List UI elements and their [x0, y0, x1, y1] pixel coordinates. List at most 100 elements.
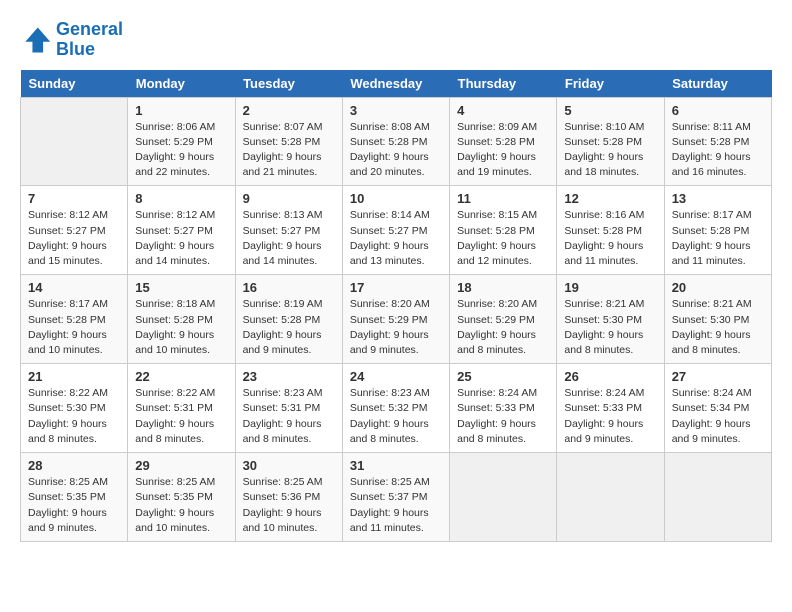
- calendar-body: 1 Sunrise: 8:06 AMSunset: 5:29 PMDaylight…: [21, 97, 772, 541]
- day-number: 18: [457, 280, 549, 295]
- calendar-cell: [450, 453, 557, 542]
- day-number: 12: [564, 191, 656, 206]
- day-number: 22: [135, 369, 227, 384]
- day-number: 20: [672, 280, 764, 295]
- calendar-cell: 22 Sunrise: 8:22 AMSunset: 5:31 PMDayligh…: [128, 364, 235, 453]
- day-number: 27: [672, 369, 764, 384]
- day-info: Sunrise: 8:21 AMSunset: 5:30 PMDaylight:…: [672, 297, 764, 358]
- day-info: Sunrise: 8:18 AMSunset: 5:28 PMDaylight:…: [135, 297, 227, 358]
- calendar-cell: 6 Sunrise: 8:11 AMSunset: 5:28 PMDaylight…: [664, 97, 771, 186]
- calendar-cell: 15 Sunrise: 8:18 AMSunset: 5:28 PMDayligh…: [128, 275, 235, 364]
- day-info: Sunrise: 8:12 AMSunset: 5:27 PMDaylight:…: [28, 208, 120, 269]
- day-number: 31: [350, 458, 442, 473]
- calendar-cell: 5 Sunrise: 8:10 AMSunset: 5:28 PMDaylight…: [557, 97, 664, 186]
- logo: GeneralBlue: [20, 20, 123, 60]
- calendar-cell: 14Sunrise: 8:17 AMSunset: 5:28 PMDayligh…: [21, 275, 128, 364]
- day-number: 21: [28, 369, 120, 384]
- calendar-cell: 4 Sunrise: 8:09 AMSunset: 5:28 PMDaylight…: [450, 97, 557, 186]
- day-info: Sunrise: 8:24 AMSunset: 5:33 PMDaylight:…: [457, 386, 549, 447]
- day-number: 7: [28, 191, 120, 206]
- day-info: Sunrise: 8:23 AMSunset: 5:31 PMDaylight:…: [243, 386, 335, 447]
- calendar-header-tuesday: Tuesday: [235, 70, 342, 98]
- day-number: 28: [28, 458, 120, 473]
- calendar-cell: 26 Sunrise: 8:24 AMSunset: 5:33 PMDayligh…: [557, 364, 664, 453]
- day-number: 8: [135, 191, 227, 206]
- day-number: 2: [243, 103, 335, 118]
- calendar-header-wednesday: Wednesday: [342, 70, 449, 98]
- calendar-cell: 3 Sunrise: 8:08 AMSunset: 5:28 PMDaylight…: [342, 97, 449, 186]
- day-info: Sunrise: 8:23 AMSunset: 5:32 PMDaylight:…: [350, 386, 442, 447]
- calendar-cell: 20 Sunrise: 8:21 AMSunset: 5:30 PMDayligh…: [664, 275, 771, 364]
- day-info: Sunrise: 8:22 AMSunset: 5:31 PMDaylight:…: [135, 386, 227, 447]
- day-info: Sunrise: 8:12 AMSunset: 5:27 PMDaylight:…: [135, 208, 227, 269]
- calendar-cell: 25 Sunrise: 8:24 AMSunset: 5:33 PMDayligh…: [450, 364, 557, 453]
- calendar-header-friday: Friday: [557, 70, 664, 98]
- day-info: Sunrise: 8:25 AMSunset: 5:36 PMDaylight:…: [243, 475, 335, 536]
- day-info: Sunrise: 8:24 AMSunset: 5:33 PMDaylight:…: [564, 386, 656, 447]
- calendar-week-5: 28 Sunrise: 8:25 AMSunset: 5:35 PMDayligh…: [21, 453, 772, 542]
- calendar-cell: 17 Sunrise: 8:20 AMSunset: 5:29 PMDayligh…: [342, 275, 449, 364]
- day-info: Sunrise: 8:25 AMSunset: 5:37 PMDaylight:…: [350, 475, 442, 536]
- day-info: Sunrise: 8:22 AMSunset: 5:30 PMDaylight:…: [28, 386, 120, 447]
- day-info: Sunrise: 8:06 AMSunset: 5:29 PMDaylight:…: [135, 120, 227, 181]
- day-info: Sunrise: 8:20 AMSunset: 5:29 PMDaylight:…: [350, 297, 442, 358]
- calendar-cell: 10 Sunrise: 8:14 AMSunset: 5:27 PMDayligh…: [342, 186, 449, 275]
- day-number: 29: [135, 458, 227, 473]
- day-number: 19: [564, 280, 656, 295]
- day-number: 26: [564, 369, 656, 384]
- calendar-header-saturday: Saturday: [664, 70, 771, 98]
- day-number: 25: [457, 369, 549, 384]
- calendar-cell: 8 Sunrise: 8:12 AMSunset: 5:27 PMDaylight…: [128, 186, 235, 275]
- day-info: Sunrise: 8:21 AMSunset: 5:30 PMDaylight:…: [564, 297, 656, 358]
- calendar-cell: 27Sunrise: 8:24 AMSunset: 5:34 PMDayligh…: [664, 364, 771, 453]
- day-number: 3: [350, 103, 442, 118]
- calendar-cell: 30 Sunrise: 8:25 AMSunset: 5:36 PMDayligh…: [235, 453, 342, 542]
- calendar-cell: 31 Sunrise: 8:25 AMSunset: 5:37 PMDayligh…: [342, 453, 449, 542]
- day-info: Sunrise: 8:20 AMSunset: 5:29 PMDaylight:…: [457, 297, 549, 358]
- calendar-cell: 9 Sunrise: 8:13 AMSunset: 5:27 PMDaylight…: [235, 186, 342, 275]
- day-number: 10: [350, 191, 442, 206]
- calendar-week-3: 14Sunrise: 8:17 AMSunset: 5:28 PMDayligh…: [21, 275, 772, 364]
- day-number: 23: [243, 369, 335, 384]
- calendar-header-row: SundayMondayTuesdayWednesdayThursdayFrid…: [21, 70, 772, 98]
- calendar-cell: 16Sunrise: 8:19 AMSunset: 5:28 PMDayligh…: [235, 275, 342, 364]
- day-info: Sunrise: 8:17 AMSunset: 5:28 PMDaylight:…: [672, 208, 764, 269]
- calendar-cell: 13 Sunrise: 8:17 AMSunset: 5:28 PMDayligh…: [664, 186, 771, 275]
- calendar-cell: 18 Sunrise: 8:20 AMSunset: 5:29 PMDayligh…: [450, 275, 557, 364]
- calendar-cell: [664, 453, 771, 542]
- day-number: 9: [243, 191, 335, 206]
- day-number: 13: [672, 191, 764, 206]
- day-number: 5: [564, 103, 656, 118]
- day-info: Sunrise: 8:11 AMSunset: 5:28 PMDaylight:…: [672, 120, 764, 181]
- calendar-table: SundayMondayTuesdayWednesdayThursdayFrid…: [20, 70, 772, 542]
- calendar-week-4: 21 Sunrise: 8:22 AMSunset: 5:30 PMDayligh…: [21, 364, 772, 453]
- day-number: 1: [135, 103, 227, 118]
- calendar-cell: 28Sunrise: 8:25 AMSunset: 5:35 PMDayligh…: [21, 453, 128, 542]
- calendar-cell: 21 Sunrise: 8:22 AMSunset: 5:30 PMDayligh…: [21, 364, 128, 453]
- calendar-header-thursday: Thursday: [450, 70, 557, 98]
- day-number: 4: [457, 103, 549, 118]
- day-info: Sunrise: 8:25 AMSunset: 5:35 PMDaylight:…: [135, 475, 227, 536]
- logo-icon: [20, 24, 52, 56]
- day-number: 30: [243, 458, 335, 473]
- day-info: Sunrise: 8:08 AMSunset: 5:28 PMDaylight:…: [350, 120, 442, 181]
- calendar-week-1: 1 Sunrise: 8:06 AMSunset: 5:29 PMDaylight…: [21, 97, 772, 186]
- day-number: 24: [350, 369, 442, 384]
- day-info: Sunrise: 8:16 AMSunset: 5:28 PMDaylight:…: [564, 208, 656, 269]
- calendar-cell: 24 Sunrise: 8:23 AMSunset: 5:32 PMDayligh…: [342, 364, 449, 453]
- day-info: Sunrise: 8:10 AMSunset: 5:28 PMDaylight:…: [564, 120, 656, 181]
- day-number: 6: [672, 103, 764, 118]
- day-info: Sunrise: 8:17 AMSunset: 5:28 PMDaylight:…: [28, 297, 120, 358]
- day-info: Sunrise: 8:13 AMSunset: 5:27 PMDaylight:…: [243, 208, 335, 269]
- calendar-header-sunday: Sunday: [21, 70, 128, 98]
- calendar-cell: 1 Sunrise: 8:06 AMSunset: 5:29 PMDaylight…: [128, 97, 235, 186]
- day-info: Sunrise: 8:14 AMSunset: 5:27 PMDaylight:…: [350, 208, 442, 269]
- day-number: 15: [135, 280, 227, 295]
- day-number: 11: [457, 191, 549, 206]
- calendar-cell: [557, 453, 664, 542]
- calendar-cell: 12 Sunrise: 8:16 AMSunset: 5:28 PMDayligh…: [557, 186, 664, 275]
- calendar-week-2: 7 Sunrise: 8:12 AMSunset: 5:27 PMDaylight…: [21, 186, 772, 275]
- day-info: Sunrise: 8:09 AMSunset: 5:28 PMDaylight:…: [457, 120, 549, 181]
- day-number: 17: [350, 280, 442, 295]
- calendar-header-monday: Monday: [128, 70, 235, 98]
